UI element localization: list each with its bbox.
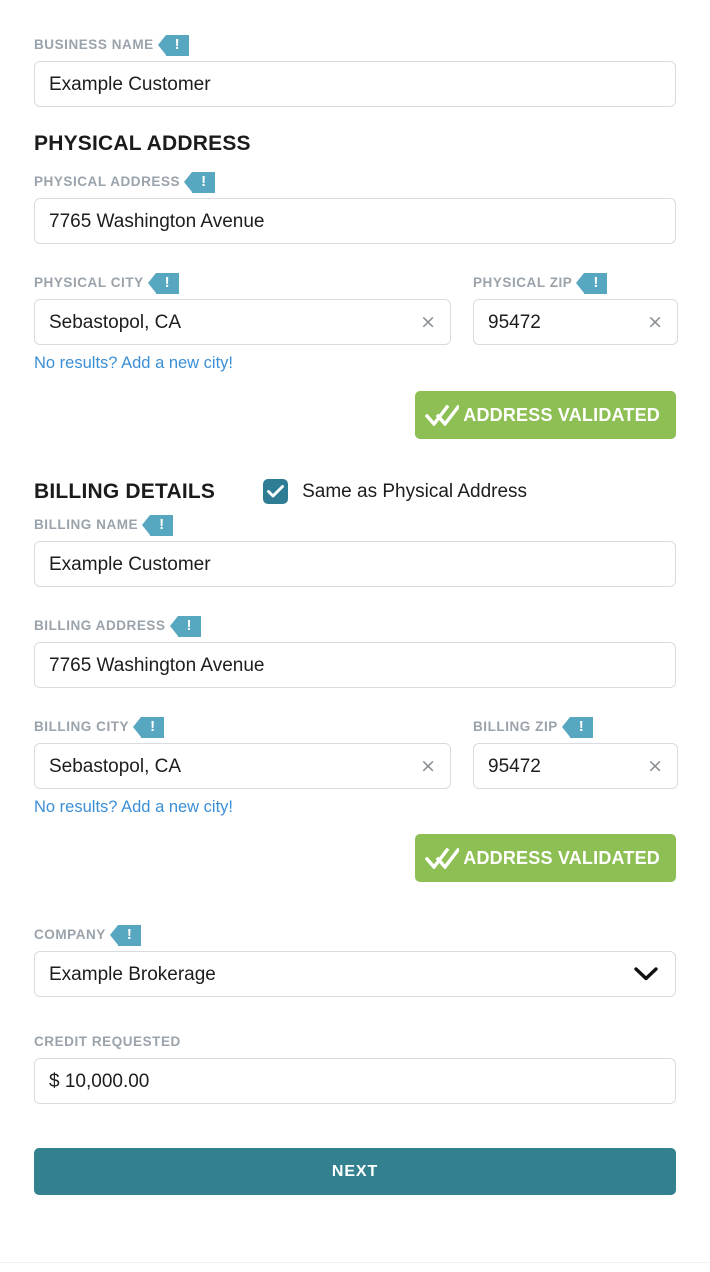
physical-address-value: 7765 Washington Avenue xyxy=(49,211,265,231)
physical-address-section-heading: PHYSICAL ADDRESS xyxy=(34,132,251,155)
billing-zip-field: BILLING ZIP ! 95472 × xyxy=(473,716,678,789)
billing-name-label-row: BILLING NAME ! xyxy=(34,514,676,536)
billing-address-input[interactable]: 7765 Washington Avenue xyxy=(34,642,676,688)
same-as-physical-label[interactable]: Same as Physical Address xyxy=(302,482,527,501)
billing-city-field: BILLING CITY ! Sebastopol, CA × xyxy=(34,716,451,789)
billing-name-field: BILLING NAME ! Example Customer xyxy=(34,514,676,587)
billing-zip-input[interactable]: 95472 × xyxy=(473,743,678,789)
company-field: COMPANY ! Example Brokerage xyxy=(34,924,676,997)
physical-zip-label: PHYSICAL ZIP xyxy=(473,275,573,291)
physical-add-new-city-link[interactable]: No results? Add a new city! xyxy=(34,355,233,372)
physical-validated-row: ADDRESS VALIDATED xyxy=(34,391,676,439)
physical-city-field: PHYSICAL CITY ! Sebastopol, CA × xyxy=(34,272,451,345)
credit-requested-field: CREDIT REQUESTED $ 10,000.00 xyxy=(34,1031,676,1104)
physical-zip-input[interactable]: 95472 × xyxy=(473,299,678,345)
company-select-wrapper: Example Brokerage xyxy=(34,951,676,997)
billing-zip-value: 95472 xyxy=(488,756,541,776)
physical-zip-label-row: PHYSICAL ZIP ! xyxy=(473,272,678,294)
double-check-icon xyxy=(425,404,460,426)
signup-form-page: BUSINESS NAME ! Example Customer PHYSICA… xyxy=(0,0,710,1195)
physical-zip-field: PHYSICAL ZIP ! 95472 × xyxy=(473,272,678,345)
physical-city-value: Sebastopol, CA xyxy=(49,312,182,332)
physical-address-label: PHYSICAL ADDRESS xyxy=(34,174,181,190)
business-name-label-row: BUSINESS NAME ! xyxy=(34,34,676,56)
required-indicator-icon: ! xyxy=(184,171,216,193)
required-indicator-icon: ! xyxy=(157,34,189,56)
physical-address-validated-button[interactable]: ADDRESS VALIDATED xyxy=(415,391,676,439)
business-name-input[interactable]: Example Customer xyxy=(34,61,676,107)
physical-city-label: PHYSICAL CITY xyxy=(34,275,144,291)
physical-city-zip-row: PHYSICAL CITY ! Sebastopol, CA × PHYSICA… xyxy=(34,272,678,345)
company-value: Example Brokerage xyxy=(49,964,216,984)
clear-icon[interactable]: × xyxy=(412,756,436,776)
required-indicator-glyph: ! xyxy=(150,718,156,735)
billing-validated-row: ADDRESS VALIDATED xyxy=(34,834,676,882)
billing-address-value: 7765 Washington Avenue xyxy=(49,655,265,675)
billing-name-label: BILLING NAME xyxy=(34,517,139,533)
credit-requested-value: $ 10,000.00 xyxy=(49,1071,150,1091)
required-indicator-icon: ! xyxy=(133,716,165,738)
physical-address-label-row: PHYSICAL ADDRESS ! xyxy=(34,171,676,193)
physical-city-input[interactable]: Sebastopol, CA × xyxy=(34,299,451,345)
credit-requested-label: CREDIT REQUESTED xyxy=(34,1034,181,1050)
company-label: COMPANY xyxy=(34,927,106,943)
physical-address-input[interactable]: 7765 Washington Avenue xyxy=(34,198,676,244)
clear-icon[interactable]: × xyxy=(639,312,663,332)
billing-city-zip-row: BILLING CITY ! Sebastopol, CA × BILLING … xyxy=(34,716,678,789)
credit-requested-label-row: CREDIT REQUESTED xyxy=(34,1031,676,1053)
required-indicator-icon: ! xyxy=(576,272,608,294)
required-indicator-glyph: ! xyxy=(164,274,170,291)
next-button[interactable]: NEXT xyxy=(34,1148,676,1195)
credit-requested-input[interactable]: $ 10,000.00 xyxy=(34,1058,676,1104)
required-indicator-glyph: ! xyxy=(593,274,599,291)
required-indicator-glyph: ! xyxy=(126,926,132,943)
billing-name-input[interactable]: Example Customer xyxy=(34,541,676,587)
billing-add-new-city-link[interactable]: No results? Add a new city! xyxy=(34,799,233,816)
billing-zip-label-row: BILLING ZIP ! xyxy=(473,716,678,738)
business-name-value: Example Customer xyxy=(49,74,211,94)
business-name-label: BUSINESS NAME xyxy=(34,37,154,53)
physical-zip-value: 95472 xyxy=(488,312,541,332)
physical-city-label-row: PHYSICAL CITY ! xyxy=(34,272,451,294)
billing-name-value: Example Customer xyxy=(49,554,211,574)
same-as-physical-checkbox[interactable] xyxy=(263,479,289,504)
required-indicator-glyph: ! xyxy=(201,173,207,190)
check-icon xyxy=(267,485,285,498)
billing-details-header-row: BILLING DETAILS Same as Physical Address xyxy=(34,479,676,504)
required-indicator-icon: ! xyxy=(109,924,141,946)
company-label-row: COMPANY ! xyxy=(34,924,676,946)
clear-icon[interactable]: × xyxy=(412,312,436,332)
required-indicator-icon: ! xyxy=(142,514,174,536)
required-indicator-glyph: ! xyxy=(159,516,165,533)
required-indicator-icon: ! xyxy=(561,716,593,738)
physical-address-field: PHYSICAL ADDRESS ! 7765 Washington Avenu… xyxy=(34,171,676,244)
business-name-field: BUSINESS NAME ! Example Customer xyxy=(34,34,676,107)
bottom-divider xyxy=(0,1262,710,1263)
required-indicator-glyph: ! xyxy=(174,36,180,53)
billing-city-label-row: BILLING CITY ! xyxy=(34,716,451,738)
company-select[interactable]: Example Brokerage xyxy=(34,951,676,997)
billing-details-section-heading: BILLING DETAILS xyxy=(34,480,216,503)
billing-city-input[interactable]: Sebastopol, CA × xyxy=(34,743,451,789)
billing-city-value: Sebastopol, CA xyxy=(49,756,182,776)
billing-address-label: BILLING ADDRESS xyxy=(34,618,166,634)
double-check-icon xyxy=(425,847,460,869)
billing-city-label: BILLING CITY xyxy=(34,719,130,735)
billing-validated-label: ADDRESS VALIDATED xyxy=(463,847,660,868)
required-indicator-icon: ! xyxy=(169,615,201,637)
required-indicator-glyph: ! xyxy=(186,617,192,634)
billing-address-field: BILLING ADDRESS ! 7765 Washington Avenue xyxy=(34,615,676,688)
clear-icon[interactable]: × xyxy=(639,756,663,776)
required-indicator-glyph: ! xyxy=(578,718,584,735)
billing-address-validated-button[interactable]: ADDRESS VALIDATED xyxy=(415,834,676,882)
required-indicator-icon: ! xyxy=(147,272,179,294)
billing-address-label-row: BILLING ADDRESS ! xyxy=(34,615,676,637)
physical-validated-label: ADDRESS VALIDATED xyxy=(463,404,660,425)
billing-zip-label: BILLING ZIP xyxy=(473,719,558,735)
